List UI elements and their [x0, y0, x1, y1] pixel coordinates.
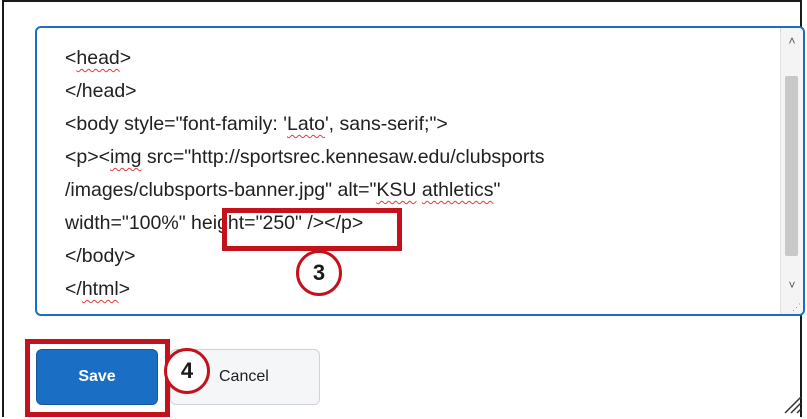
code-line-7: </body> [65, 245, 136, 267]
editor-scrollbar[interactable]: ˄ ˅ ⋰ [780, 28, 803, 314]
code-token: img [110, 146, 142, 168]
editor-resize-icon[interactable]: ⋰ [792, 303, 801, 312]
code-token: KSU [376, 179, 417, 201]
scroll-up-icon[interactable]: ˄ [781, 34, 803, 48]
code-line-4: <p><img src="http://sportsrec.kennesaw.e… [65, 141, 777, 174]
code-line-6: width="100%" height="250" /></p> [65, 207, 777, 240]
code-token: ', sans-serif;"> [324, 113, 448, 135]
code-token: " [493, 179, 501, 201]
step-4-callout: 4 [164, 348, 210, 394]
code-line-2: </head> [65, 80, 137, 102]
code-token: Lato [287, 113, 325, 135]
scroll-down-icon[interactable]: ˅ [781, 278, 803, 292]
scroll-thumb[interactable] [785, 76, 798, 256]
code-token: </ [65, 278, 82, 300]
code-token: head [76, 47, 120, 69]
code-line-1: <head> [65, 47, 132, 69]
code-line-8: </html> [65, 273, 777, 306]
window-resize-icon[interactable] [781, 393, 803, 415]
code-line-3: <body style="font-family: 'Lato', sans-s… [65, 108, 777, 141]
code-token: width="100%" [65, 212, 192, 234]
code-token: /images/clubsports-banner.jpg" alt=" [65, 179, 377, 201]
code-content[interactable]: <head> </head> <body style="font-family:… [65, 44, 777, 306]
step-3-callout: 3 [296, 250, 342, 296]
step-4-highlight-box [25, 339, 170, 417]
code-token: athletics [421, 179, 494, 201]
code-token: <body style="font-family: ' [65, 113, 287, 135]
step-3-highlight-box [222, 208, 402, 251]
html-source-editor[interactable]: <head> </head> <body style="font-family:… [35, 26, 805, 316]
code-token: src="http://sportsrec.kennesaw.edu/clubs… [141, 146, 545, 168]
code-token: <p>< [65, 146, 111, 168]
code-token: > [118, 278, 131, 300]
code-token: html [81, 278, 119, 300]
code-line-5: /images/clubsports-banner.jpg" alt="KSU … [65, 174, 777, 207]
